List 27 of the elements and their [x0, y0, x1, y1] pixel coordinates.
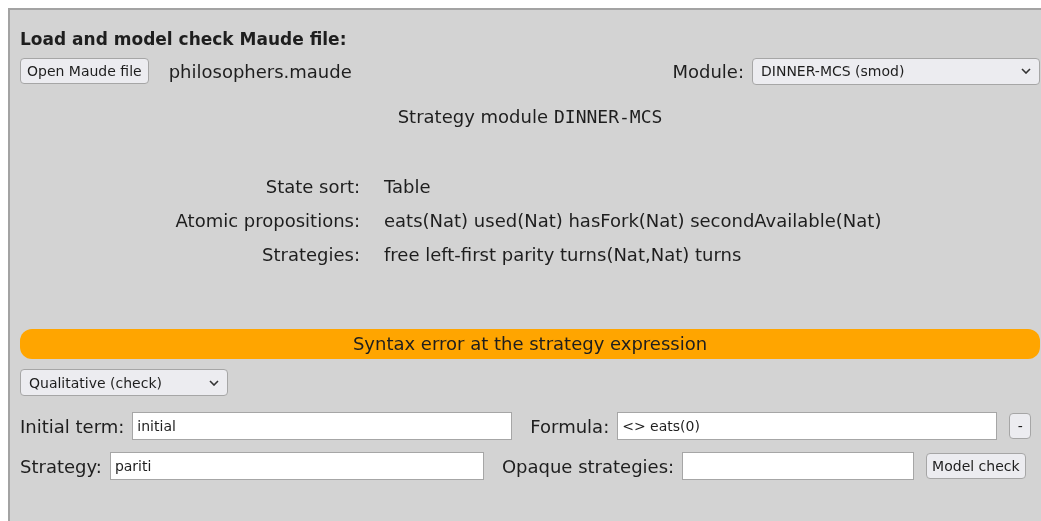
field-label: Formula: — [530, 415, 610, 437]
field-label: Opaque strategies: — [501, 455, 675, 477]
detail-value: free left-first parity turns(Nat,Nat) turns — [384, 243, 743, 267]
input-field[interactable]: <> eats(0) — [617, 412, 998, 440]
detail-label: Strategies: — [261, 243, 360, 267]
model-check-button[interactable]: Model check — [926, 453, 1026, 479]
error-banner: Syntax error at the strategy expression — [20, 329, 1040, 359]
input-field[interactable]: pariti — [109, 452, 484, 480]
detail-value: Table — [384, 175, 432, 199]
dropdown[interactable]: Qualitative (check) — [20, 369, 228, 396]
detail-label: Atomic propositions: — [174, 209, 360, 233]
file-name: philosophers.maude — [168, 60, 352, 82]
section-title: Load and model check Maude file: — [20, 28, 348, 51]
module-name: DINNER-MCS — [553, 105, 663, 129]
dropdown[interactable]: DINNER-MCS (smod) — [752, 57, 1040, 85]
remove-button[interactable]: - — [1009, 413, 1032, 439]
input-field[interactable]: initial — [132, 412, 513, 440]
module-kind: Strategy module — [397, 105, 548, 129]
field-label: Strategy: — [20, 455, 102, 477]
detail-value: eats(Nat) used(Nat) hasFork(Nat) secondAvailable(Nat) — [384, 209, 883, 233]
detail-label: State sort: — [264, 175, 360, 199]
chevron-down-icon — [1021, 68, 1031, 74]
field-label: Initial term: — [20, 415, 125, 437]
input-field[interactable] — [682, 452, 915, 480]
open-file-button[interactable]: Open Maude file — [20, 58, 149, 84]
chevron-down-icon — [209, 379, 219, 386]
module-label: Module: — [672, 60, 744, 82]
